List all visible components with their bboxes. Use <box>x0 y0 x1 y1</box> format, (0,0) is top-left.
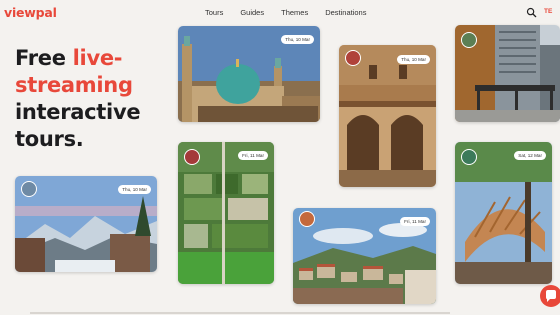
language-switcher[interactable]: TE <box>544 8 552 15</box>
page-scroll-indicator <box>30 312 450 314</box>
tour-card-mosque[interactable]: Thu, 10 Mar <box>178 26 320 122</box>
date-badge: Thu, 10 Mar <box>397 55 430 64</box>
nav-link-themes[interactable]: Themes <box>281 8 308 17</box>
hero-line3: interactive <box>15 100 141 124</box>
avatar <box>299 211 315 227</box>
nav-link-guides[interactable]: Guides <box>240 8 264 17</box>
date-badge: Thu, 10 Mar <box>118 185 151 194</box>
avatar <box>184 149 200 165</box>
tour-card-arcade[interactable]: Thu, 10 Mar <box>339 45 436 187</box>
hero-line1-accent: live- <box>72 46 123 70</box>
nav-links: Tours Guides Themes Destinations <box>205 8 383 17</box>
date-badge: Sat, 12 Mar <box>514 151 546 160</box>
avatar <box>345 50 361 66</box>
top-nav: viewpal Tours Guides Themes Destinations… <box>0 0 560 26</box>
logo[interactable]: viewpal <box>4 5 57 20</box>
hero-line1-plain: Free <box>15 46 73 70</box>
nav-link-destinations[interactable]: Destinations <box>325 8 366 17</box>
tour-card-skyscraper[interactable] <box>455 25 560 122</box>
tour-card-sculpture[interactable]: Sat, 12 Mar <box>455 142 552 284</box>
chat-icon[interactable] <box>540 285 560 307</box>
avatar <box>461 32 477 48</box>
hero-headline: Free live- streaming interactive tours. <box>15 45 175 153</box>
tour-card-hill-town[interactable]: Fri, 11 Mar <box>293 208 436 304</box>
avatar <box>21 181 37 197</box>
hero-line4: tours. <box>15 127 84 151</box>
date-badge: Thu, 10 Mar <box>281 35 314 44</box>
search-icon[interactable] <box>526 7 537 18</box>
nav-link-tours[interactable]: Tours <box>205 8 223 17</box>
avatar <box>461 149 477 165</box>
tour-image <box>339 45 436 187</box>
hero-line2: streaming <box>15 73 133 97</box>
date-badge: Fri, 11 Mar <box>400 217 430 226</box>
page: viewpal Tours Guides Themes Destinations… <box>0 0 560 315</box>
date-badge: Fri, 11 Mar <box>238 151 268 160</box>
tour-card-aerial-fields[interactable]: Fri, 11 Mar <box>178 142 274 284</box>
tour-card-mountain-town[interactable]: Thu, 10 Mar <box>15 176 157 272</box>
